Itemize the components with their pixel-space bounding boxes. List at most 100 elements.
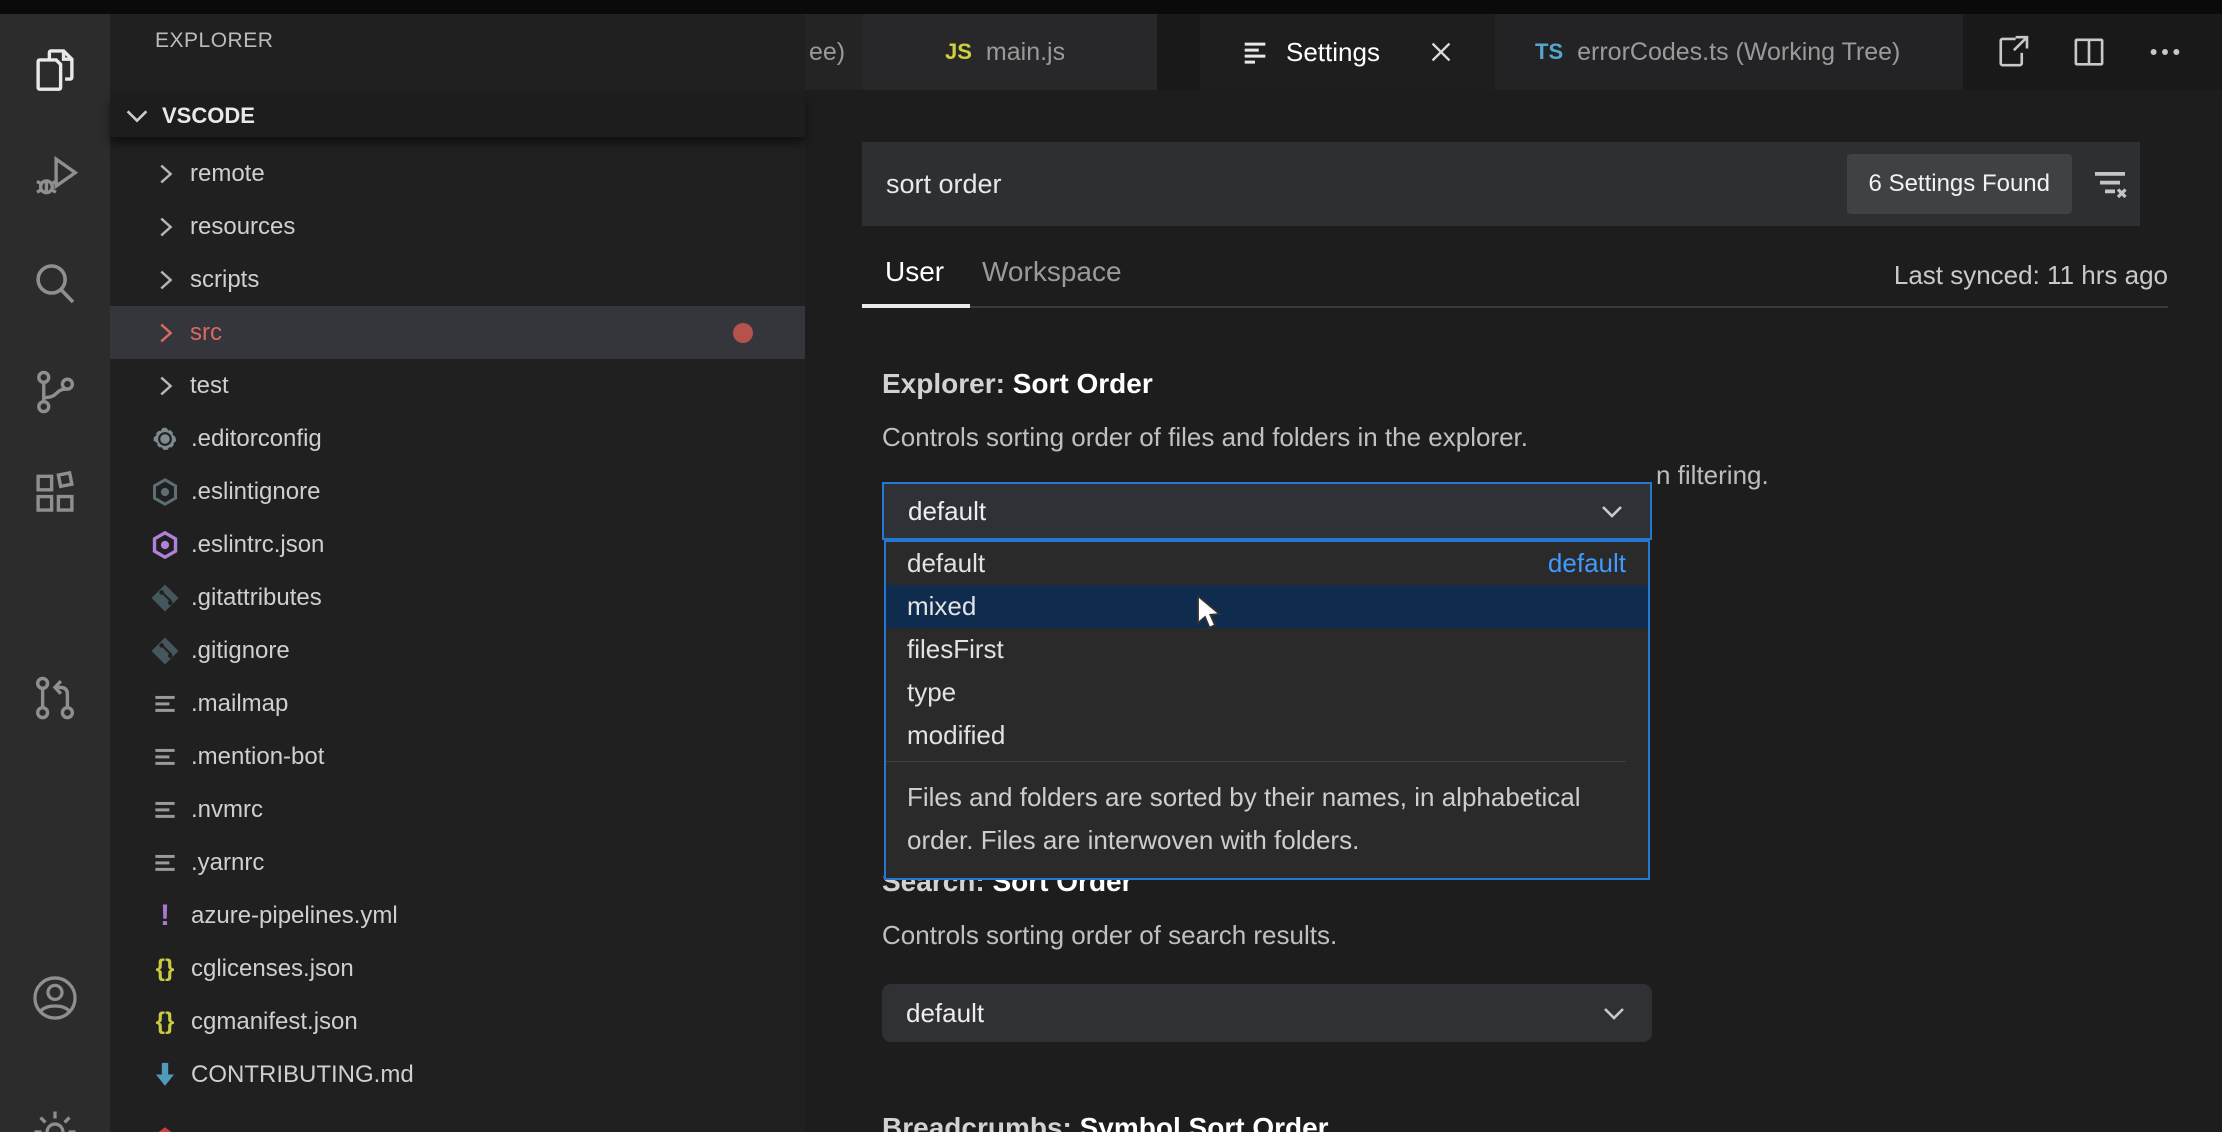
tree-item-file[interactable]: .eslintignore (110, 465, 805, 518)
braces-icon: {} (149, 953, 181, 985)
tree-item-file[interactable]: .mailmap (110, 677, 805, 730)
settings-scope-tabs: User Workspace Last synced: 11 hrs ago (862, 246, 2168, 308)
tree-item-file[interactable]: ! azure-pipelines.yml (110, 889, 805, 942)
chevron-down-icon (1596, 495, 1628, 527)
manage-activity-button[interactable] (0, 1092, 110, 1132)
search-activity-button[interactable] (0, 244, 110, 324)
search-icon (28, 257, 82, 311)
file-label: .mailmap (191, 690, 288, 718)
search-sort-order-select[interactable]: default (882, 984, 1652, 1042)
close-icon[interactable] (1426, 37, 1456, 67)
tab-workspace-settings[interactable]: Workspace (982, 256, 1122, 288)
chevron-right-icon (150, 212, 180, 242)
split-editor-icon[interactable] (2068, 31, 2110, 73)
git-icon (149, 635, 181, 667)
preview-icon[interactable] (1992, 31, 2034, 73)
select-value: default (906, 998, 1598, 1029)
chevron-right-icon (150, 318, 180, 348)
vscode-window: EXPLORER VSCODE remote resources scripts (0, 0, 2222, 1132)
tree-item-folder-selected[interactable]: src (110, 306, 805, 359)
file-label: cglicenses.json (191, 955, 354, 983)
tree-item-file[interactable]: .editorconfig (110, 412, 805, 465)
dropdown-option-mixed[interactable]: mixed (886, 585, 1648, 628)
tree-item-file[interactable]: .yarnrc (110, 836, 805, 889)
eslint-gray-icon (149, 476, 181, 508)
option-label: mixed (907, 591, 976, 622)
accounts-activity-button[interactable] (0, 958, 110, 1038)
error-badge-dot (733, 323, 753, 343)
tab-error-codes[interactable]: TS errorCodes.ts (Working Tree) (1495, 14, 1963, 90)
dropdown-option-modified[interactable]: modified (886, 714, 1648, 757)
run-debug-activity-button[interactable] (0, 136, 110, 216)
person-icon (27, 970, 83, 1026)
tab-user-settings[interactable]: User (885, 256, 944, 288)
last-synced-label: Last synced: 11 hrs ago (1894, 260, 2168, 291)
tree-item-file[interactable]: .gitignore (110, 624, 805, 677)
file-label: src (190, 319, 222, 347)
lines-file-icon (149, 741, 181, 773)
source-control-activity-button[interactable] (0, 352, 110, 432)
file-label: .gitattributes (191, 584, 322, 612)
explorer-sort-order-select[interactable]: default (882, 482, 1652, 540)
file-label: .editorconfig (191, 425, 322, 453)
results-count-badge: 6 Settings Found (1847, 154, 2072, 214)
option-label: filesFirst (907, 634, 1004, 665)
search-value: sort order (886, 169, 1847, 200)
option-label: default (907, 548, 985, 579)
chevron-right-icon (150, 371, 180, 401)
extensions-icon (28, 465, 82, 519)
dropdown-option-filesFirst[interactable]: filesFirst (886, 628, 1648, 671)
setting-description: Controls sorting order of files and fold… (882, 422, 1528, 453)
sidebar-title: EXPLORER (155, 29, 273, 53)
red-file-icon-partial (149, 1121, 181, 1132)
tree-item-folder[interactable]: scripts (110, 253, 805, 306)
option-label: modified (907, 720, 1005, 751)
tree-item-file-partial[interactable] (110, 1101, 805, 1132)
tab-partial[interactable]: ee) (805, 14, 863, 90)
mouse-cursor (1196, 594, 1230, 632)
settings-search-input[interactable]: sort order 6 Settings Found (862, 142, 2140, 226)
file-label: remote (190, 160, 265, 188)
javascript-icon: JS (945, 39, 972, 65)
tab-main-js[interactable]: JS main.js (863, 14, 1157, 90)
dropdown-option-type[interactable]: type (886, 671, 1648, 714)
exclaim-icon: ! (149, 900, 181, 932)
folder-section-header[interactable]: VSCODE (110, 95, 805, 137)
github-pull-requests-activity-button[interactable] (0, 658, 110, 738)
explorer-activity-button[interactable] (0, 30, 110, 110)
file-label: scripts (190, 266, 259, 294)
tab-label: main.js (986, 38, 1065, 67)
tree-item-file[interactable]: CONTRIBUTING.md (110, 1048, 805, 1101)
braces-icon: {} (149, 1006, 181, 1038)
tree-item-folder[interactable]: test (110, 359, 805, 412)
files-icon (28, 43, 82, 97)
markdown-down-arrow-icon (149, 1059, 181, 1091)
tree-item-folder[interactable]: remote (110, 147, 805, 200)
pull-request-icon (28, 671, 82, 725)
tree-item-folder[interactable]: resources (110, 200, 805, 253)
chevron-right-icon (150, 159, 180, 189)
extensions-activity-button[interactable] (0, 452, 110, 532)
tree-item-file[interactable]: {} cgmanifest.json (110, 995, 805, 1048)
ellipsis-icon[interactable] (2144, 31, 2186, 73)
setting-label: Sort Order (1013, 368, 1153, 399)
tree-item-file[interactable]: .nvmrc (110, 783, 805, 836)
dropdown-option-default[interactable]: default default (886, 542, 1648, 585)
explorer-sidebar: EXPLORER VSCODE remote resources scripts (110, 14, 805, 1132)
setting-category: Breadcrumbs: (882, 1112, 1080, 1132)
tree-item-file[interactable]: .mention-bot (110, 730, 805, 783)
settings-lines-icon (1240, 37, 1270, 67)
tree-item-file[interactable]: .gitattributes (110, 571, 805, 624)
tab-settings[interactable]: Settings (1200, 14, 1495, 90)
tree-item-file[interactable]: .eslintrc.json (110, 518, 805, 571)
clear-filter-icon[interactable] (2086, 160, 2134, 208)
setting-title-breadcrumbs-symbol-sort-order: Breadcrumbs: Symbol Sort Order (882, 1112, 1329, 1132)
setting-title-explorer-sort-order: Explorer: Sort Order (882, 368, 1153, 400)
debug-icon (28, 149, 82, 203)
file-label: .nvmrc (191, 796, 263, 824)
tab-label: Settings (1286, 37, 1380, 68)
gear-file-icon (149, 423, 181, 455)
chevron-down-icon (1598, 997, 1630, 1029)
editor-actions (1980, 14, 2186, 90)
tree-item-file[interactable]: {} cglicenses.json (110, 942, 805, 995)
